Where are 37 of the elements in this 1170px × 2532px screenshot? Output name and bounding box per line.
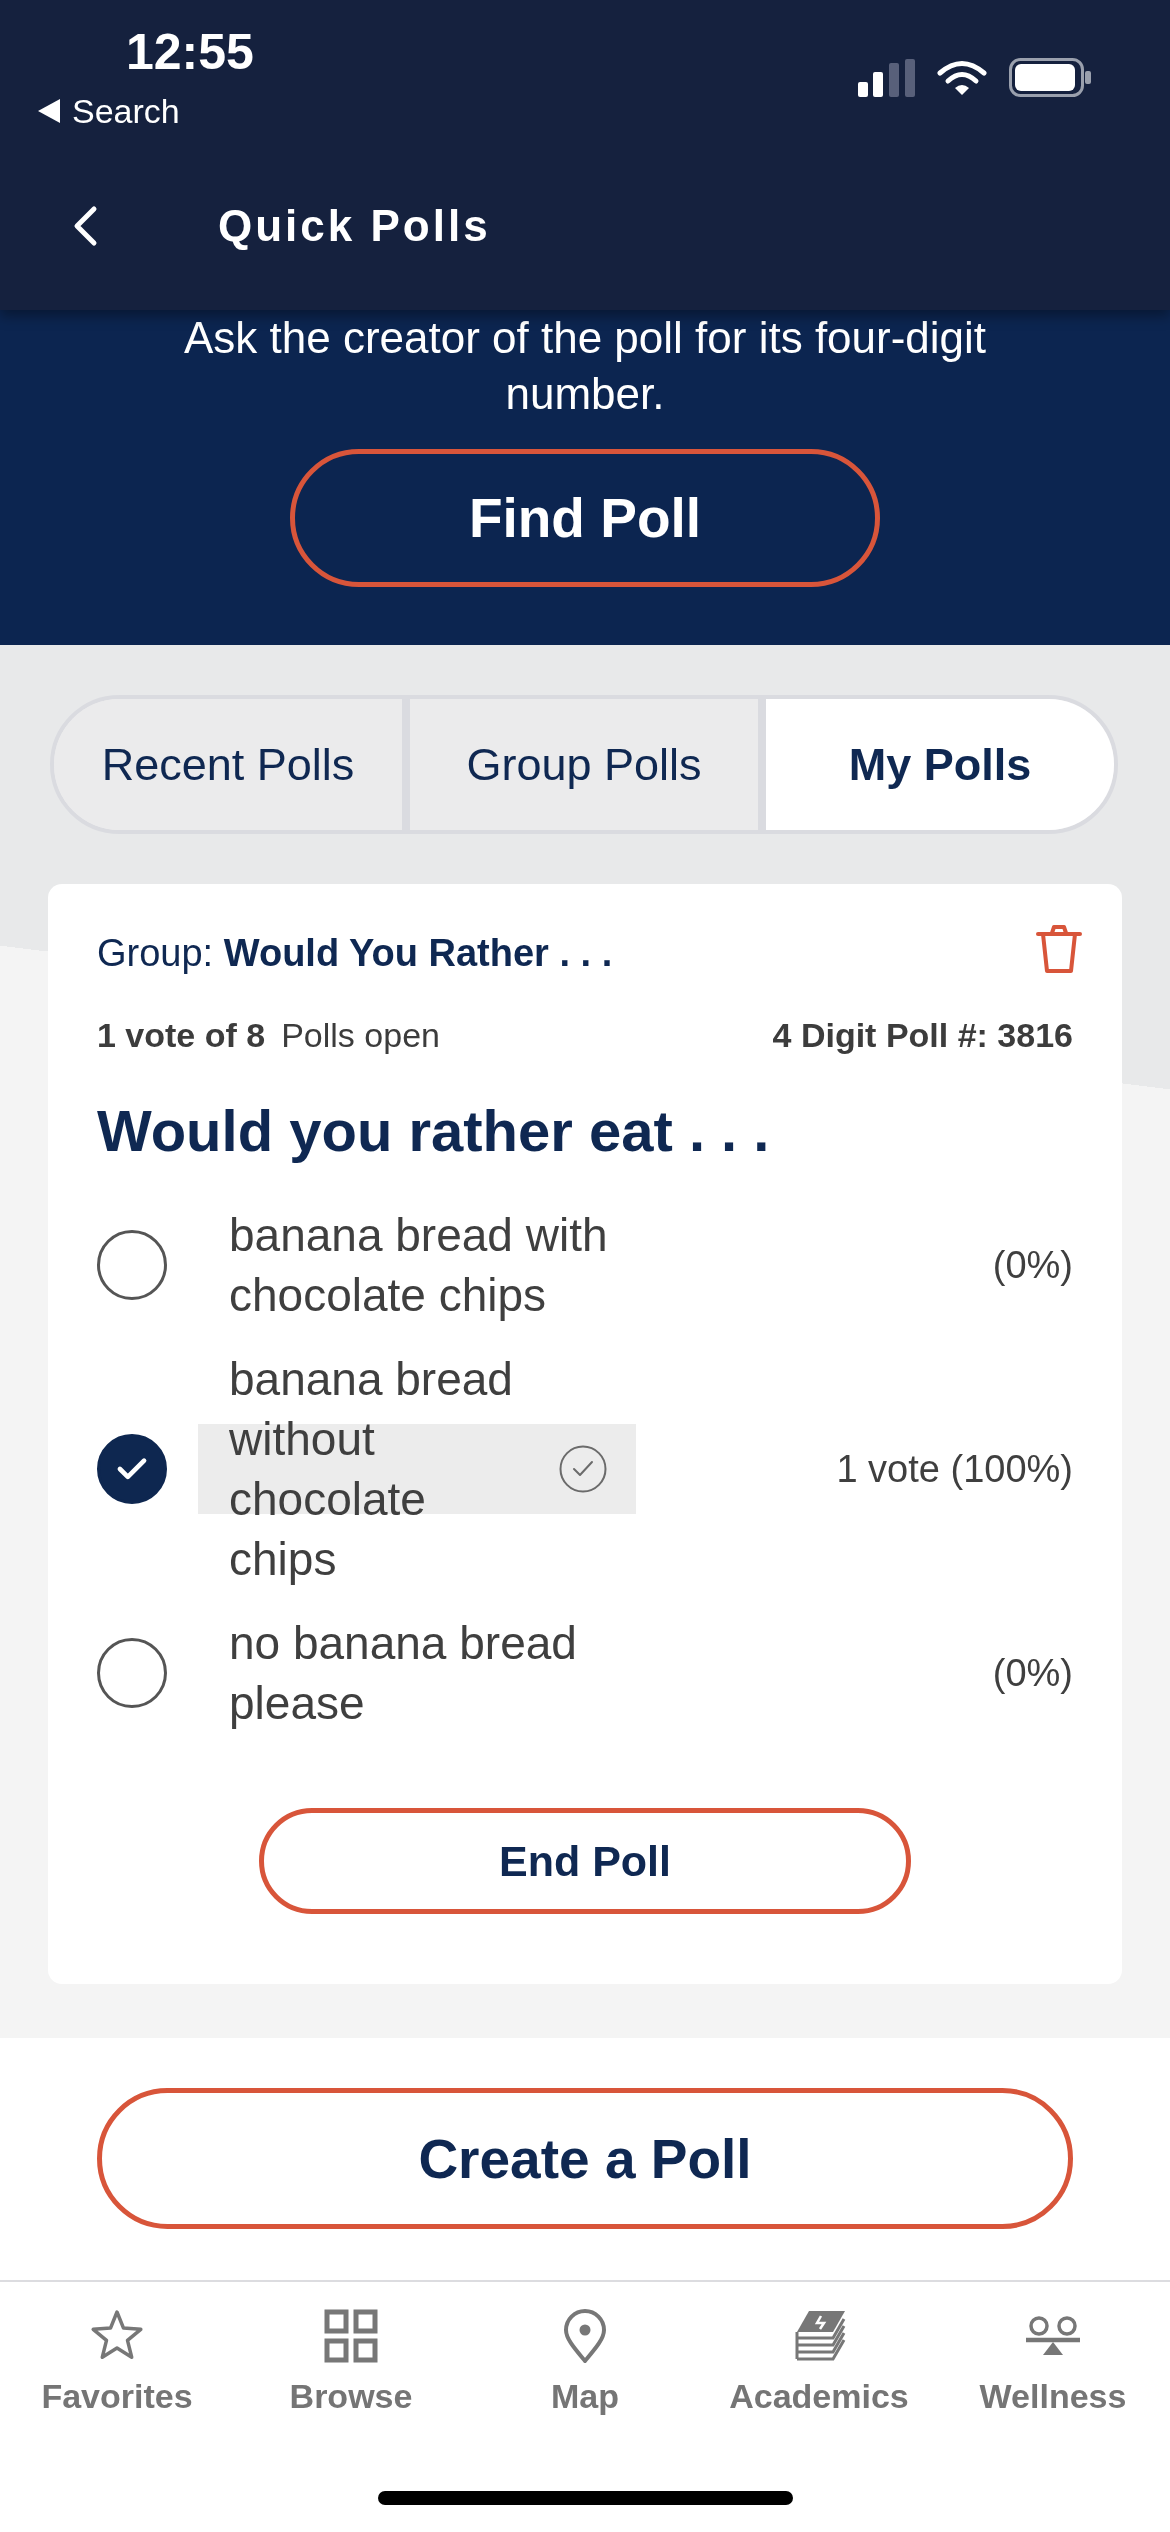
tab[interactable]: My Polls xyxy=(758,699,1114,830)
option-label: banana bread without chocolate chips xyxy=(229,1352,514,1587)
check-circle-icon xyxy=(559,1445,607,1493)
poll-number: 4 Digit Poll #: 3816 xyxy=(772,1015,1073,1055)
chevron-left-icon xyxy=(72,205,98,247)
vote-count: 1 vote of 8 xyxy=(97,1015,266,1055)
create-poll-button[interactable]: Create a Poll xyxy=(97,2088,1073,2229)
check-icon xyxy=(116,1456,148,1482)
delete-button[interactable] xyxy=(1033,923,1085,975)
end-poll-button[interactable]: End Poll xyxy=(259,1808,911,1914)
nav-item[interactable]: Map xyxy=(468,2308,702,2416)
option-result: 1 vote (100%) xyxy=(836,1447,1073,1492)
battery-icon xyxy=(1009,58,1091,97)
option-result: (0%) xyxy=(992,1651,1073,1696)
option-label: no banana bread please xyxy=(229,1616,578,1731)
nav-item[interactable]: Academics xyxy=(702,2308,936,2416)
back-button[interactable] xyxy=(72,205,98,247)
instruction-text: Ask the creator of the poll for its four-digit number. xyxy=(182,312,988,420)
wifi-icon xyxy=(937,59,987,96)
option-label: banana bread with chocolate chips xyxy=(229,1208,609,1323)
back-to-app-link[interactable]: Search xyxy=(38,91,180,131)
poll-status: Polls open xyxy=(281,1015,440,1055)
group-name: Group: Would You Rather . . . xyxy=(97,931,613,975)
map-pin-icon xyxy=(563,2308,607,2364)
triangle-left-icon xyxy=(38,99,60,123)
signal-icon xyxy=(858,58,915,97)
status-time: 12:55 xyxy=(126,23,254,82)
seesaw-icon xyxy=(1024,2316,1082,2356)
nav-item[interactable]: Wellness xyxy=(936,2308,1170,2416)
page-title: Quick Polls xyxy=(218,200,491,252)
grid-icon xyxy=(323,2308,379,2364)
option-result: (0%) xyxy=(992,1243,1073,1288)
find-poll-button[interactable]: Find Poll xyxy=(290,449,880,587)
nav-item[interactable]: Browse xyxy=(234,2308,468,2416)
trash-icon xyxy=(1033,923,1085,975)
nav-item[interactable]: Favorites xyxy=(0,2308,234,2416)
poll-question: Would you rather eat . . . xyxy=(97,1097,771,1165)
